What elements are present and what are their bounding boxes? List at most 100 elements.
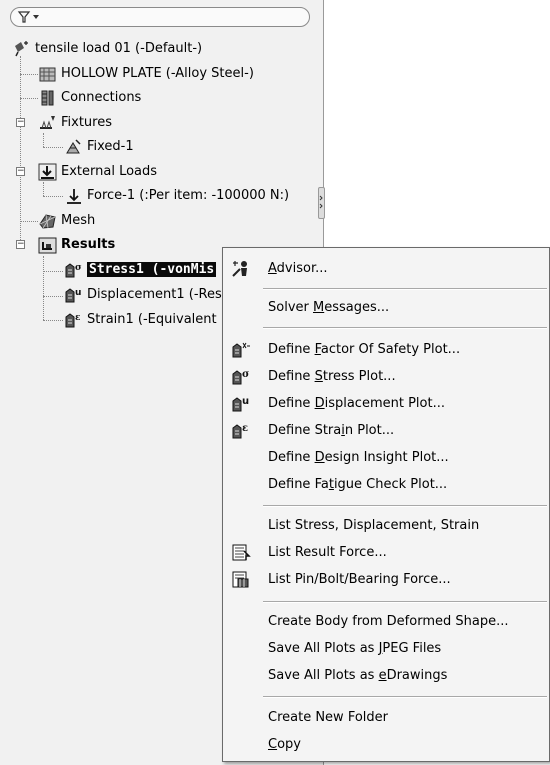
connections-icon — [38, 89, 58, 107]
menu-item-label: Define Design Insight Plot... — [268, 450, 449, 465]
menu-item-label: List Pin/Bolt/Bearing Force... — [268, 572, 451, 587]
tree-connector — [43, 256, 44, 320]
tree-item-label: Results — [61, 237, 116, 252]
collapse-toggle[interactable]: − — [16, 240, 25, 249]
force-icon — [64, 187, 84, 205]
tree-connector — [20, 221, 38, 222]
menu-separator — [263, 505, 547, 507]
panel-splitter-handle[interactable] — [318, 187, 325, 219]
tree-item-force-1[interactable]: Force-1 (:Per item: -100000 N:) — [64, 184, 289, 208]
menu-separator — [263, 601, 547, 603]
results-folder-icon — [38, 236, 58, 254]
tree-item-label: HOLLOW PLATE (-Alloy Steel-) — [61, 66, 254, 81]
tree-connector — [20, 98, 38, 99]
menu-item-define-displacement-plot[interactable]: u Define Displacement Plot... — [223, 390, 549, 417]
tree-item-label: Fixed-1 — [87, 139, 134, 154]
menu-item-define-stress-plot[interactable]: σ Define Stress Plot... — [223, 363, 549, 390]
menu-item-label: Create Body from Deformed Shape... — [268, 614, 509, 629]
menu-item-copy[interactable]: Copy — [223, 731, 549, 758]
menu-item-label: Save All Plots as JPEG Files — [268, 641, 442, 656]
svg-text:u: u — [75, 288, 81, 298]
tree-connector — [43, 182, 44, 196]
menu-item-label: Solver Messages... — [268, 300, 390, 315]
menu-item-label: Define Stress Plot... — [268, 369, 396, 384]
menu-item-label: Define Fatigue Check Plot... — [268, 477, 448, 492]
menu-item-label: Save All Plots as eDrawings — [268, 668, 448, 683]
menu-item-label: List Stress, Displacement, Strain — [268, 518, 480, 533]
tree-item-label: Mesh — [61, 213, 96, 228]
tree-filter-bar[interactable] — [10, 7, 310, 27]
external-loads-icon — [38, 163, 58, 181]
filter-dropdown-button[interactable] — [15, 9, 45, 25]
collapse-toggle[interactable]: − — [16, 118, 25, 127]
fixtures-icon — [38, 114, 58, 132]
tree-connector — [43, 196, 63, 197]
menu-item-save-plots-edrawings[interactable]: Save All Plots as eDrawings — [223, 662, 549, 689]
menu-item-label: Define Displacement Plot... — [268, 396, 445, 411]
list-result-force-icon — [231, 543, 251, 562]
menu-separator — [263, 696, 547, 698]
tree-item-displacement1[interactable]: u Displacement1 (-Res — [64, 283, 222, 307]
menu-separator — [263, 288, 547, 290]
collapse-toggle[interactable]: − — [16, 167, 25, 176]
menu-item-label: Define Strain Plot... — [268, 423, 395, 438]
menu-item-label: Copy — [268, 737, 301, 752]
tree-item-label: Fixtures — [61, 115, 113, 130]
tree-connector — [43, 271, 63, 272]
strain-plot-icon: ε — [231, 421, 251, 440]
svg-text:σ: σ — [242, 369, 249, 380]
tree-item-connections[interactable]: Connections — [38, 86, 141, 110]
stress-plot-icon: σ — [64, 261, 84, 279]
results-context-menu: Advisor... Solver Messages... Define Fac… — [222, 247, 550, 762]
tree-item-label: External Loads — [61, 164, 158, 179]
svg-text:ε: ε — [75, 313, 80, 323]
tree-connector — [43, 320, 63, 321]
menu-item-save-plots-jpeg[interactable]: Save All Plots as JPEG Files — [223, 635, 549, 662]
filter-icon — [17, 11, 39, 23]
svg-text:u: u — [242, 396, 249, 407]
tree-item-label: Connections — [61, 90, 142, 105]
tree-item-part[interactable]: HOLLOW PLATE (-Alloy Steel-) — [38, 62, 254, 86]
menu-item-list-stress-displacement-strain[interactable]: List Stress, Displacement, Strain — [223, 512, 549, 539]
tree-connector — [20, 74, 38, 75]
menu-item-define-strain-plot[interactable]: ε Define Strain Plot... — [223, 417, 549, 444]
menu-item-label: List Result Force... — [268, 545, 387, 560]
tree-item-external-loads[interactable]: External Loads — [38, 160, 157, 184]
list-pin-bolt-force-icon — [231, 570, 251, 589]
tree-item-mesh[interactable]: Mesh — [38, 209, 95, 233]
stress-plot-icon: σ — [231, 367, 251, 386]
menu-item-label: Create New Folder — [268, 710, 388, 725]
svg-text:σ: σ — [75, 263, 82, 273]
tree-item-label: Displacement1 (-Res — [87, 287, 222, 302]
tree-item-label: Force-1 (:Per item: -100000 N:) — [87, 188, 290, 203]
tree-connector — [20, 56, 21, 248]
strain-plot-icon: ε — [64, 311, 84, 329]
menu-item-define-fatigue-check-plot[interactable]: Define Fatigue Check Plot... — [223, 471, 549, 498]
menu-item-define-factor-of-safety[interactable]: Define Factor Of Safety Plot... — [223, 336, 549, 363]
tree-item-stress1[interactable]: σ Stress1 (-vonMis — [64, 258, 217, 282]
tree-connector — [43, 133, 44, 147]
tree-item-fixtures[interactable]: Fixtures — [38, 111, 112, 135]
menu-item-advisor[interactable]: Advisor... — [223, 255, 549, 282]
displacement-plot-icon: u — [231, 394, 251, 413]
mesh-icon — [38, 212, 58, 230]
svg-text:ε: ε — [242, 423, 248, 434]
tree-item-label: Stress1 (-vonMis — [87, 262, 217, 277]
part-icon — [38, 65, 58, 83]
tree-item-study[interactable]: tensile load 01 (-Default-) — [12, 37, 202, 61]
tree-item-results[interactable]: Results — [38, 233, 115, 257]
menu-item-list-result-force[interactable]: List Result Force... — [223, 539, 549, 566]
menu-item-define-design-insight-plot[interactable]: Define Design Insight Plot... — [223, 444, 549, 471]
tree-item-label: Strain1 (-Equivalent — [87, 312, 217, 327]
tree-item-strain1[interactable]: ε Strain1 (-Equivalent — [64, 308, 217, 332]
displacement-plot-icon: u — [64, 286, 84, 304]
tree-connector — [43, 296, 63, 297]
menu-item-solver-messages[interactable]: Solver Messages... — [223, 294, 549, 321]
tree-item-fixed-1[interactable]: Fixed-1 — [64, 135, 134, 159]
advisor-icon — [231, 259, 251, 278]
study-icon — [12, 40, 32, 58]
menu-item-create-body-from-deformed-shape[interactable]: Create Body from Deformed Shape... — [223, 608, 549, 635]
menu-item-create-new-folder[interactable]: Create New Folder — [223, 704, 549, 731]
factor-of-safety-plot-icon — [231, 340, 251, 359]
menu-item-list-pin-bolt-bearing-force[interactable]: List Pin/Bolt/Bearing Force... — [223, 566, 549, 593]
